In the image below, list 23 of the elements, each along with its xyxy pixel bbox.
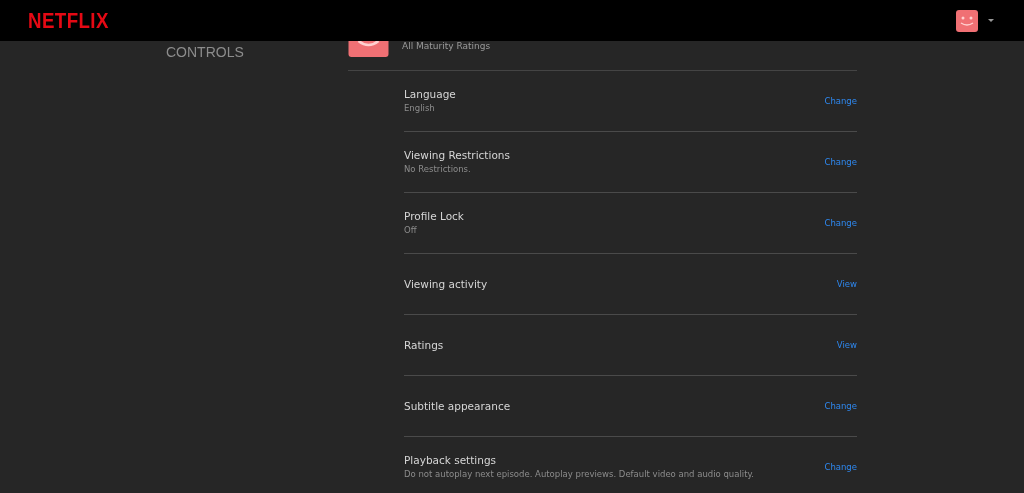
setting-link[interactable]: Change	[824, 400, 857, 412]
caret-icon[interactable]	[988, 19, 994, 22]
maturity-rating: All Maturity Ratings	[402, 40, 491, 52]
setting-value: No Restrictions.	[404, 164, 472, 175]
setting-title: Language	[404, 88, 456, 100]
setting-value: Do not autoplay next episode. Autoplay previews. Default video and audio quality.	[404, 469, 755, 480]
section-heading: CONTROLS	[166, 43, 245, 60]
setting-link[interactable]: View	[836, 339, 857, 351]
setting-link[interactable]: Change	[824, 156, 857, 168]
setting-title: Playback settings	[404, 454, 498, 466]
setting-link[interactable]: Change	[824, 95, 857, 107]
setting-title: Subtitle appearance	[404, 400, 511, 412]
setting-value: English	[404, 103, 436, 114]
setting-value: Off	[404, 225, 418, 236]
setting-title: Ratings	[404, 339, 444, 351]
avatar-icon[interactable]	[956, 9, 978, 32]
logo[interactable]: NETFLIX	[28, 7, 109, 34]
setting-title: Viewing activity	[404, 278, 488, 290]
setting-title: Profile Lock	[404, 210, 464, 222]
setting-link[interactable]: Change	[824, 461, 857, 473]
setting-link[interactable]: View	[836, 278, 857, 290]
setting-link[interactable]: Change	[824, 217, 857, 229]
setting-title: Viewing Restrictions	[404, 149, 510, 161]
